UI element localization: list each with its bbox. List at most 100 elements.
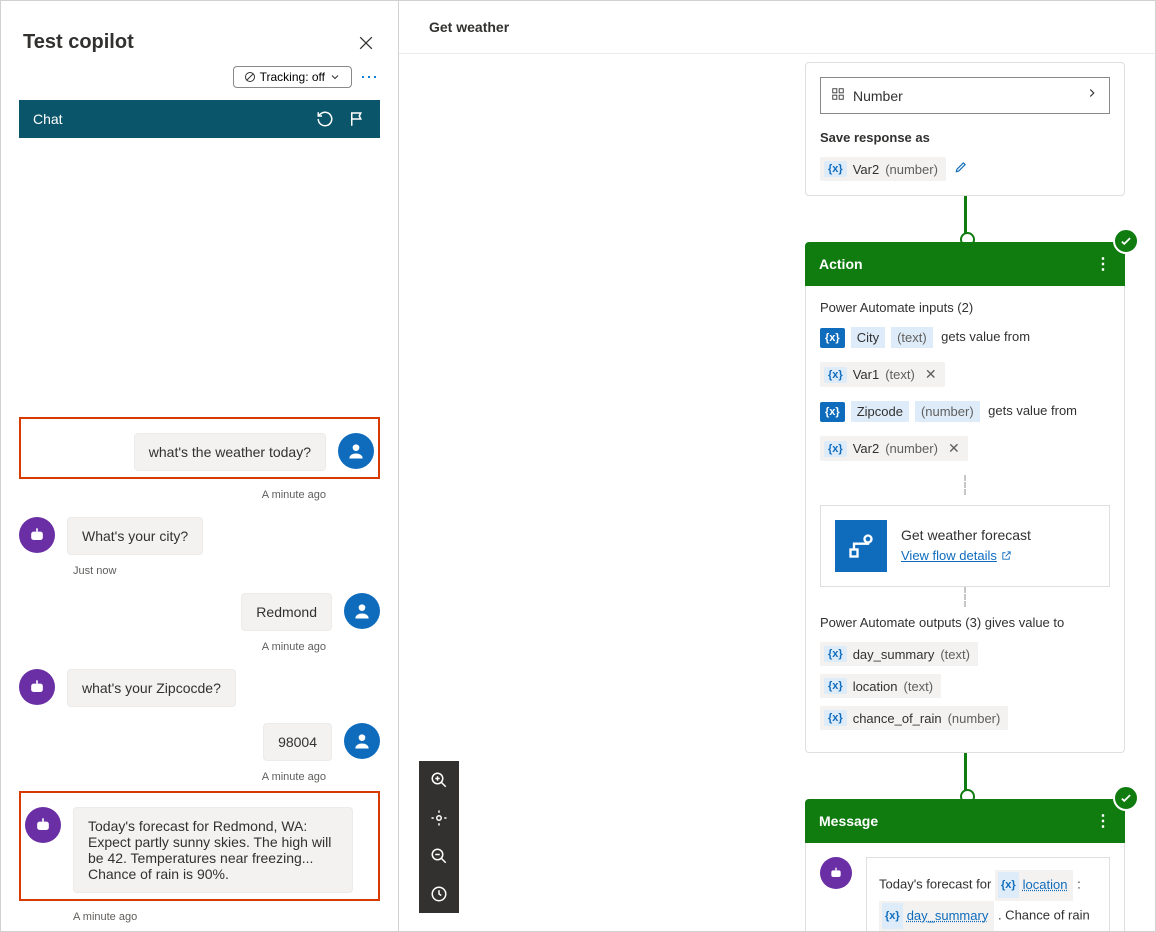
- identify-type-dropdown[interactable]: Number: [820, 77, 1110, 114]
- input-mapping: {x} City(text) gets value from {x} Var1 …: [820, 327, 1110, 387]
- connector-line: [964, 753, 967, 799]
- flow-column: Number Save response as {x} Var2 (number…: [805, 54, 1125, 931]
- flow-icon: [835, 520, 887, 572]
- inner-connector: [964, 587, 966, 607]
- message-node-header: Message ⋮: [805, 799, 1125, 843]
- chevron-right-icon: [1085, 86, 1099, 105]
- fit-to-screen-icon[interactable]: [430, 809, 448, 827]
- flow-reference-card[interactable]: Get weather forecast View flow details: [820, 505, 1110, 587]
- message-text: :: [1077, 877, 1081, 892]
- node-more-icon[interactable]: ⋮: [1095, 811, 1111, 831]
- refresh-icon[interactable]: [316, 110, 334, 128]
- zoom-toolbar: [419, 761, 459, 913]
- user-message-row: what's the weather today?: [25, 433, 374, 471]
- topic-title: Get weather: [399, 1, 1155, 54]
- output-variable-pill[interactable]: {x} day_summary (text): [820, 642, 978, 666]
- external-link-icon: [1001, 550, 1012, 561]
- variable-name: Var2: [853, 162, 880, 177]
- action-node-title: Action: [819, 256, 863, 272]
- input-mapping: {x} Zipcode(number) gets value from {x} …: [820, 401, 1110, 461]
- message-bubble: what's the weather today?: [134, 433, 326, 471]
- variable-icon: {x}: [824, 678, 847, 694]
- input-type: (number): [915, 401, 980, 422]
- user-message-row: 98004: [19, 723, 380, 761]
- chevron-down-icon: [329, 71, 341, 83]
- variable-pill[interactable]: {x} Var2 (number): [820, 157, 946, 181]
- flag-icon[interactable]: [348, 110, 366, 128]
- message-bubble: 98004: [263, 723, 332, 761]
- variable-icon: {x}: [820, 328, 845, 348]
- inline-variable[interactable]: {x}day_summary: [879, 901, 994, 931]
- variable-type: (text): [904, 679, 934, 694]
- action-node-body: Power Automate inputs (2) {x} City(text)…: [805, 286, 1125, 753]
- action-node-header: Action ⋮: [805, 242, 1125, 286]
- variable-type: (number): [885, 441, 938, 456]
- user-avatar-icon: [344, 723, 380, 759]
- pencil-icon[interactable]: [954, 160, 968, 179]
- reset-view-icon[interactable]: [430, 885, 448, 903]
- flow-name: Get weather forecast: [901, 527, 1031, 543]
- output-variable-pill[interactable]: {x} chance_of_rain (number): [820, 706, 1008, 730]
- gets-value-from-label: gets value from: [988, 403, 1077, 418]
- view-flow-details-link[interactable]: View flow details: [901, 548, 1012, 563]
- highlighted-message: Today's forecast for Redmond, WA: Expect…: [19, 791, 380, 901]
- message-content-editor[interactable]: Today's forecast for {x}location : {x}da…: [866, 857, 1110, 931]
- node-more-icon[interactable]: ⋮: [1095, 254, 1111, 274]
- output-variable-pill[interactable]: {x} location (text): [820, 674, 941, 698]
- user-avatar-icon: [338, 433, 374, 469]
- bot-avatar-icon: [19, 517, 55, 553]
- more-options-icon[interactable]: ⋯: [360, 67, 380, 88]
- sidebar-header: Test copilot: [1, 1, 398, 66]
- message-node-body: Today's forecast for {x}location : {x}da…: [805, 843, 1125, 931]
- variable-type: (number): [885, 162, 938, 177]
- chat-body: what's the weather today? A minute ago W…: [1, 138, 398, 931]
- remove-icon[interactable]: ✕: [925, 366, 937, 383]
- message-timestamp: A minute ago: [19, 641, 380, 653]
- prompt-card[interactable]: Number Save response as {x} Var2 (number…: [805, 62, 1125, 196]
- tracking-toggle[interactable]: Tracking: off: [233, 66, 352, 88]
- variable-type: (text): [940, 647, 970, 662]
- number-icon: [831, 87, 845, 104]
- message-bubble: what's your Zipcocde?: [67, 669, 236, 707]
- message-timestamp: A minute ago: [19, 911, 380, 923]
- variable-icon: {x}: [824, 710, 847, 726]
- highlighted-message: what's the weather today?: [19, 417, 380, 479]
- bot-message-row: what's your Zipcocde?: [19, 669, 380, 707]
- message-node[interactable]: Message ⋮ Today's forecast for {x}locati…: [805, 799, 1125, 931]
- variable-name: location: [853, 679, 898, 694]
- success-check-icon: [1113, 785, 1139, 811]
- close-icon[interactable]: [356, 33, 376, 53]
- user-message-row: Redmond: [19, 593, 380, 631]
- variable-name: chance_of_rain: [853, 711, 942, 726]
- chat-label: Chat: [33, 111, 63, 127]
- inline-variable[interactable]: {x}location: [995, 870, 1074, 901]
- inputs-section-label: Power Automate inputs (2): [820, 300, 1110, 315]
- canvas-area[interactable]: Number Save response as {x} Var2 (number…: [399, 54, 1155, 931]
- success-check-icon: [1113, 228, 1139, 254]
- zoom-in-icon[interactable]: [430, 771, 448, 789]
- variable-pill[interactable]: {x} Var2 (number) ✕: [820, 436, 968, 461]
- bot-avatar-icon: [820, 857, 852, 889]
- input-type: (text): [891, 327, 933, 348]
- variable-icon: {x}: [824, 161, 847, 177]
- identify-type-label: Number: [853, 88, 903, 104]
- save-response-label: Save response as: [820, 130, 1110, 145]
- chat-header: Chat: [19, 100, 380, 138]
- message-bubble: Redmond: [241, 593, 332, 631]
- variable-name: day_summary: [853, 647, 935, 662]
- variable-name: Var1: [853, 367, 880, 382]
- variable-icon: {x}: [824, 646, 847, 662]
- authoring-canvas: Get weather Number Save response as: [399, 1, 1155, 931]
- message-timestamp: Just now: [19, 565, 380, 577]
- connector-line: [964, 196, 967, 242]
- variable-name: Var2: [853, 441, 880, 456]
- zoom-out-icon[interactable]: [430, 847, 448, 865]
- chat-header-actions: [316, 110, 366, 128]
- action-node[interactable]: Action ⋮ Power Automate inputs (2) {x} C…: [805, 242, 1125, 753]
- remove-icon[interactable]: ✕: [948, 440, 960, 457]
- variable-pill[interactable]: {x} Var1 (text) ✕: [820, 362, 945, 387]
- input-name: Zipcode: [851, 401, 909, 422]
- bot-avatar-icon: [25, 807, 61, 843]
- test-copilot-panel: Test copilot Tracking: off ⋯ Chat what's…: [1, 1, 399, 931]
- bot-avatar-icon: [19, 669, 55, 705]
